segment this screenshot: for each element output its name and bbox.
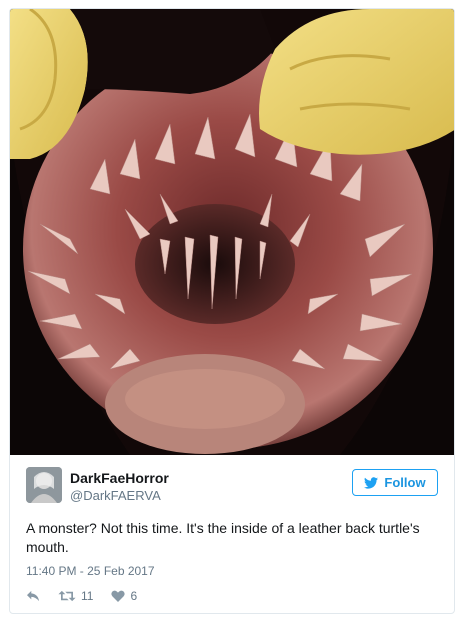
retweet-icon bbox=[58, 590, 76, 602]
author-names: DarkFaeHorror @DarkFAERVA bbox=[70, 470, 169, 504]
tweet-actions: 11 6 bbox=[26, 589, 137, 603]
retweet-button[interactable]: 11 bbox=[58, 589, 93, 603]
like-count: 6 bbox=[130, 589, 138, 603]
tweet-header: DarkFaeHorror @DarkFAERVA Follow bbox=[26, 467, 438, 507]
reply-button[interactable] bbox=[26, 590, 40, 602]
like-button[interactable]: 6 bbox=[111, 589, 137, 603]
user-handle[interactable]: @DarkFAERVA bbox=[70, 487, 169, 504]
follow-button[interactable]: Follow bbox=[352, 469, 438, 496]
display-name[interactable]: DarkFaeHorror bbox=[70, 470, 169, 487]
tweet-card: DarkFaeHorror @DarkFAERVA Follow A monst… bbox=[9, 8, 455, 614]
follow-label: Follow bbox=[384, 475, 426, 490]
heart-icon bbox=[111, 590, 126, 602]
turtle-mouth-photo bbox=[10, 9, 454, 455]
tweet-photo[interactable] bbox=[10, 9, 454, 455]
avatar[interactable] bbox=[26, 467, 62, 503]
tweet-timestamp[interactable]: 11:40 PM - 25 Feb 2017 bbox=[26, 564, 155, 578]
avatar-image bbox=[26, 467, 62, 503]
retweet-count: 11 bbox=[81, 589, 94, 603]
reply-icon bbox=[27, 590, 39, 602]
tweet-text: A monster? Not this time. It's the insid… bbox=[26, 520, 420, 555]
twitter-bird-icon bbox=[364, 476, 379, 489]
